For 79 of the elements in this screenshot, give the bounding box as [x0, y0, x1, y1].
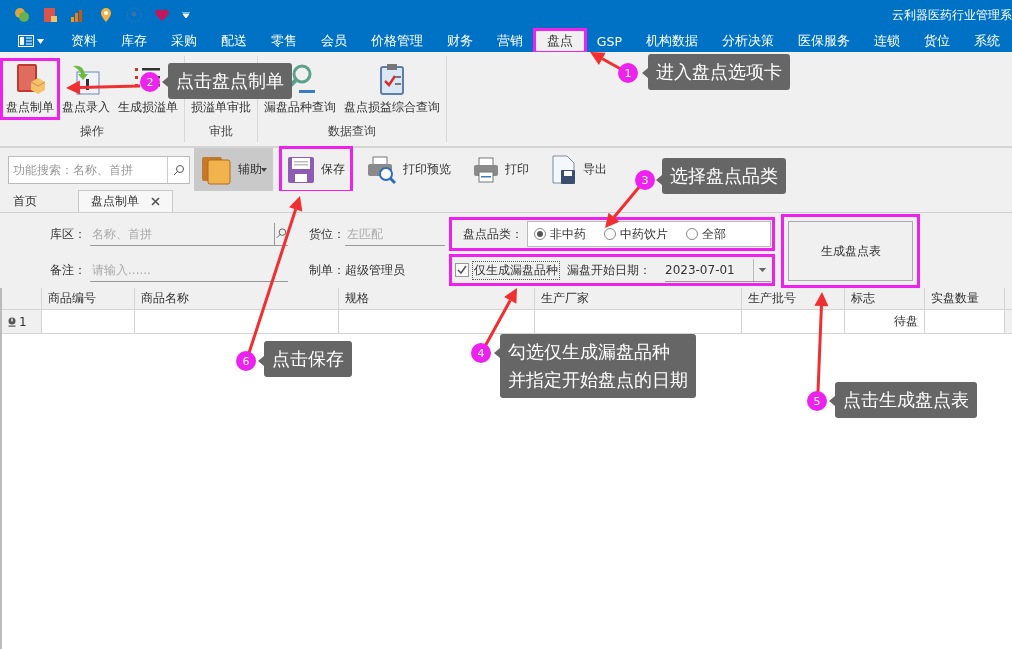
group-title: 审批 — [208, 123, 234, 140]
close-icon[interactable] — [151, 197, 160, 206]
column-header: 生产厂家 — [535, 288, 742, 310]
radio-button[interactable] — [534, 228, 546, 240]
column-header: 生产批号 — [742, 288, 845, 310]
radio-option[interactable]: 中药饮片 — [604, 225, 668, 243]
group-title: 数据查询 — [327, 123, 377, 140]
coins-icon — [14, 7, 30, 23]
printer-icon — [473, 156, 499, 183]
document-tab[interactable]: 首页 — [0, 190, 50, 212]
toolbar-button[interactable]: 保存 — [281, 148, 351, 191]
callout-tooltip: 点击盘点制单 — [168, 63, 292, 99]
toolbar-button[interactable]: 辅助 — [194, 148, 273, 191]
callout-tooltip: 点击保存 — [264, 341, 352, 377]
toolbar-button[interactable]: 打印预览 — [361, 148, 457, 191]
column-header: 规格 — [339, 288, 535, 310]
ribbon-button[interactable]: 盘点制单 — [2, 60, 58, 118]
menu-tab[interactable]: 会员 — [308, 30, 359, 52]
checkbox[interactable] — [455, 263, 469, 277]
menu-tab[interactable]: 库存 — [108, 30, 159, 52]
menu-tab[interactable]: 资料 — [58, 30, 109, 52]
search-box[interactable]: 功能搜索：名称、首拼 — [8, 155, 190, 184]
field-label: 制单： — [309, 261, 345, 279]
column-header: 商品编号 — [42, 288, 135, 310]
document-tab[interactable]: 盘点制单 — [78, 190, 173, 212]
radio-button[interactable] — [686, 228, 698, 240]
menu-tab[interactable]: 连锁 — [862, 30, 912, 52]
input-field[interactable]: 名称、首拼 — [90, 225, 274, 242]
caret-icon — [37, 38, 44, 44]
book-icon — [42, 7, 58, 23]
search-icon[interactable] — [172, 163, 185, 176]
field-label: 货位： — [309, 225, 345, 243]
column-header: 商品名称 — [135, 288, 339, 310]
menu-tab[interactable]: 财务 — [434, 30, 485, 52]
radio-option[interactable]: 全部 — [686, 225, 726, 243]
ribbon-button[interactable]: 盘点损益综合查询 — [340, 60, 444, 118]
row-header: 1 — [2, 310, 42, 334]
menu-tab[interactable]: 货位 — [912, 30, 962, 52]
print-preview-icon — [367, 155, 397, 184]
callout-tooltip: 点击生成盘点表 — [835, 382, 977, 418]
heart-icon — [154, 7, 170, 23]
menu-tab[interactable]: 分析决策 — [710, 30, 786, 52]
field-label: 漏盘开始日期： — [567, 261, 651, 279]
search-icon[interactable] — [274, 222, 288, 245]
menu-tab[interactable]: GSP — [584, 30, 634, 52]
column-header: 标志 — [845, 288, 925, 310]
caret-icon[interactable] — [182, 12, 190, 18]
column-header: 实盘数量 — [925, 288, 1005, 310]
menu-tab[interactable]: 系统 — [962, 30, 1012, 52]
table-cell: 待盘 — [845, 310, 925, 334]
map-pin-icon — [98, 7, 114, 23]
menu-tab[interactable]: 配送 — [208, 30, 259, 52]
date-field[interactable]: 2023-07-01 — [665, 258, 771, 282]
group-title: 操作 — [79, 123, 105, 140]
menu-tab[interactable]: 价格管理 — [358, 30, 435, 52]
toolbar-button[interactable]: 导出 — [545, 148, 613, 191]
input-field[interactable]: 左匹配 — [345, 225, 445, 242]
document-floppy-icon — [551, 154, 577, 185]
menu-tab[interactable]: 营销 — [484, 30, 535, 52]
creator-value: 超级管理员 — [345, 261, 406, 279]
callout-tooltip: 选择盘点品类 — [662, 158, 786, 194]
field-label: 盘点品类： — [463, 225, 523, 243]
row-indicator-icon — [8, 316, 16, 327]
toolbar-button[interactable]: 打印 — [467, 148, 535, 191]
menu-tab[interactable]: 医保服务 — [786, 30, 862, 52]
menu-tab[interactable]: 盘点 — [534, 30, 585, 52]
arrow — [605, 185, 642, 228]
radio-option[interactable]: 非中药 — [534, 225, 586, 243]
menu-tab[interactable]: 采购 — [158, 30, 209, 52]
menu-tab[interactable]: 零售 — [258, 30, 309, 52]
callout-tooltip: 进入盘点选项卡 — [648, 54, 790, 90]
panel-icon — [18, 35, 34, 47]
field-label: 备注： — [50, 261, 87, 279]
window-title: 云利器医药行业管理系 — [892, 6, 1012, 24]
menu-tab[interactable]: 机构数据 — [634, 30, 710, 52]
input-field[interactable]: 请输入...... — [90, 261, 288, 278]
field-label: 库区： — [50, 225, 87, 243]
radio-button[interactable] — [604, 228, 616, 240]
callout-tooltip: 勾选仅生成漏盘品种 并指定开始盘点的日期 — [500, 334, 696, 398]
